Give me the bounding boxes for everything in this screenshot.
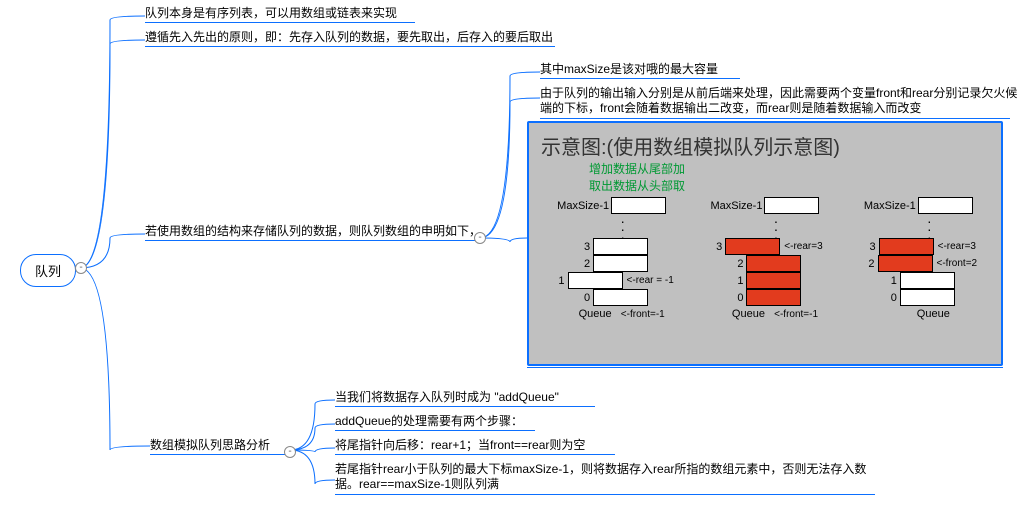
branch3-sub1: 其中maxSize是该对哦的最大容量 [540,62,718,77]
q1-front-label: <-front=-1 [621,309,665,320]
expand-toggle-root[interactable]: - [75,262,87,274]
branch4-sub4-underline [335,494,875,495]
q2-rear-label: <-rear=3 [784,241,822,252]
branch4-text: 数组模拟队列思路分析 [150,438,270,453]
q1-rear-label: <-rear = -1 [627,275,674,286]
branch3-sub2: 由于队列的输出输入分别是从前后端来处理，因此需要两个变量front和rear分别… [540,86,1020,116]
branch3-diagram-underline [527,367,1003,368]
branch4-underline [150,454,285,455]
diagram-title: 示意图:(使用数组模拟队列示意图) [541,131,1001,160]
q3-maxsize: MaxSize-1 [864,200,918,212]
root-label: 队列 [35,264,61,279]
q1-caption: Queue [579,308,612,320]
branch4-sub1: 当我们将数据存入队列时成为 "addQueue" [335,390,559,405]
root-node[interactable]: 队列 [20,254,76,287]
expand-toggle-branch3[interactable]: - [474,232,486,244]
q3-rear-label: <-rear=3 [938,241,976,252]
branch4-sub3-underline [335,454,615,455]
queues-row: 0 1<-rear = -1 2 3 ... MaxSize-1 Queue <… [529,198,1001,324]
branch3-sub2-underline [540,118,1010,119]
branch3-sub1-underline [540,78,740,79]
branch2-text: 遵循先入先出的原则，即：先存入队列的数据，要先取出，后存入的要后取出 [145,30,553,45]
branch1-underline [145,22,415,23]
diagram-note-add: 增加数据从尾部加 [589,160,1001,177]
queue-1: 0 1<-rear = -1 2 3 ... MaxSize-1 Queue <… [537,198,687,320]
q2-maxsize: MaxSize-1 [710,200,764,212]
branch3-text: 若使用数组的结构来存储队列的数据，则队列数组的申明如下， [145,224,481,239]
queue-3: 0 1 2<-front=2 3<-rear=3 ... MaxSize-1 Q… [843,198,993,320]
diagram-note-remove: 取出数据从头部取 [589,177,1001,194]
queue-diagram: 示意图:(使用数组模拟队列示意图) 增加数据从尾部加 取出数据从头部取 0 1<… [527,121,1003,366]
branch4-sub3: 将尾指针向后移：rear+1；当front==rear则为空 [335,438,585,453]
q3-caption: Queue [917,308,950,320]
branch4-sub2: addQueue的处理需要有两个步骤： [335,414,523,429]
queue-2: 0 1 2 3<-rear=3 ... MaxSize-1 Queue <-fr… [690,198,840,320]
q1-maxsize: MaxSize-1 [557,200,611,212]
q2-front-label: <-front=-1 [774,309,818,320]
branch1-text: 队列本身是有序列表，可以用数组或链表来实现 [145,6,397,21]
q3-front-label: <-front=2 [937,258,978,269]
q2-caption: Queue [732,308,765,320]
expand-toggle-branch4[interactable]: - [284,446,296,458]
branch4-sub2-underline [335,430,535,431]
branch3-underline [145,240,475,241]
branch4-sub4: 若尾指针rear小于队列的最大下标maxSize-1，则将数据存入rear所指的… [335,462,875,492]
branch4-sub1-underline [335,406,595,407]
branch2-underline [145,46,555,47]
